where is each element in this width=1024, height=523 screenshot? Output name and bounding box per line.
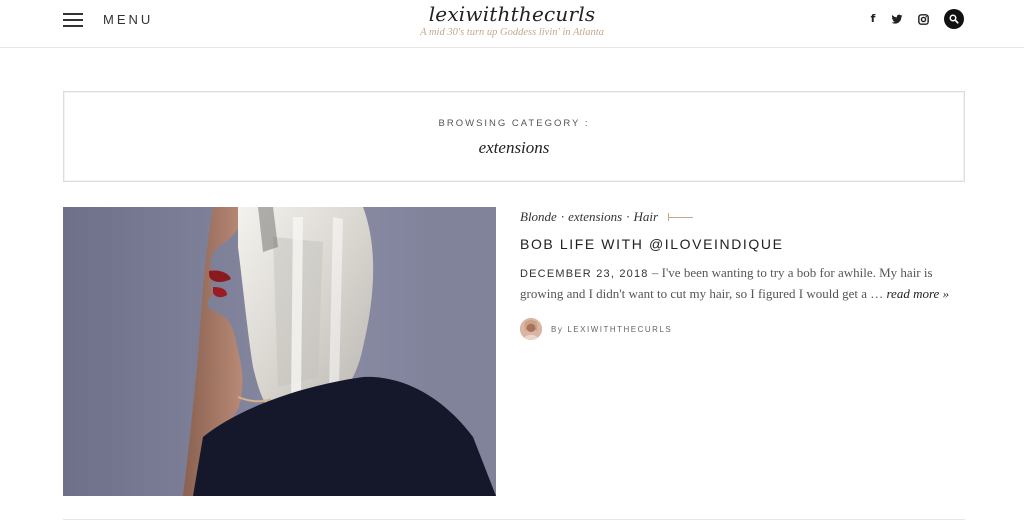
tag-extensions-link[interactable]: extensions [568,209,622,225]
search-icon [949,14,959,24]
read-more-link[interactable]: read more » [886,286,949,301]
instagram-icon[interactable] [918,14,929,25]
author-name-link[interactable]: LEXIWITHTHECURLS [567,325,672,334]
post-title-link[interactable]: BOB LIFE WITH @ILOVEINDIQUE [520,236,784,252]
author-prefix: By [551,324,564,334]
post-photo [63,207,496,496]
divider [63,519,965,520]
date-dash: – [648,265,662,280]
search-button[interactable] [944,9,964,29]
post-tags: Blonde · extensions · Hair [520,209,694,225]
post-date: DECEMBER 23, 2018 [520,268,649,280]
site-header: MENU lexiwiththecurls A mid 30's turn up… [0,0,1024,48]
decorative-line-icon [668,213,694,221]
twitter-icon[interactable] [891,14,903,25]
tag-hair-link[interactable]: Hair [633,209,658,225]
category-header-box: BROWSING CATEGORY : extensions [63,91,965,182]
category-name: extensions [478,138,550,157]
post-featured-image[interactable] [63,207,496,496]
site-tagline: A mid 30's turn up Goddess livin' in Atl… [420,27,604,38]
tag-separator: · [560,209,565,224]
browsing-category-label: BROWSING CATEGORY : [438,118,590,129]
avatar-image [520,318,542,340]
tag-blonde-link[interactable]: Blonde [520,209,557,225]
post-excerpt: DECEMBER 23, 2018 – I've been wanting to… [520,263,960,304]
facebook-icon[interactable]: f [866,13,880,25]
tag-separator: · [626,209,630,224]
post-author: By LEXIWITHTHECURLS [520,318,672,340]
author-avatar[interactable] [520,318,542,340]
